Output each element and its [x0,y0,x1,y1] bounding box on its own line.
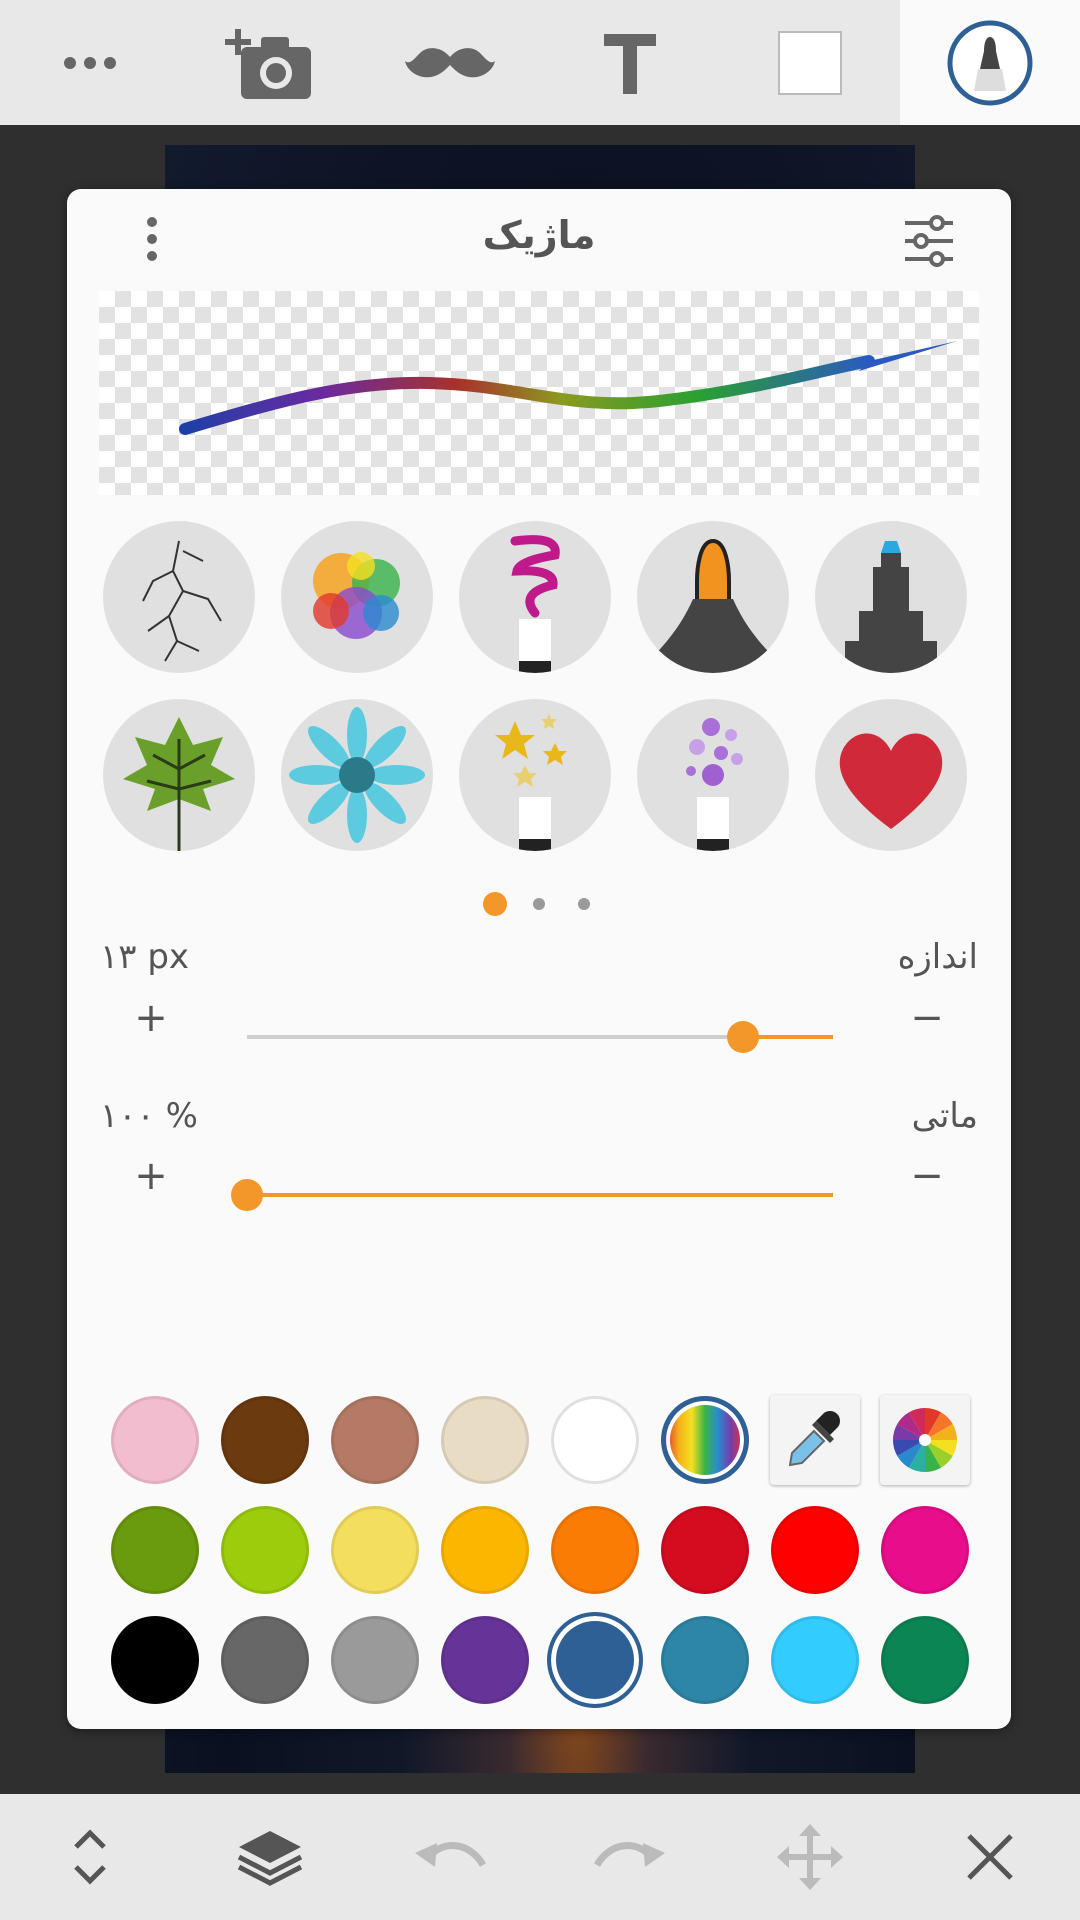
crack-brush[interactable] [103,521,255,673]
more-icon[interactable] [30,0,150,125]
opacity-label: ماتی [911,1096,978,1136]
color-swatch[interactable] [221,1616,309,1704]
blue-tip-brush[interactable] [815,521,967,673]
orange-tip-brush[interactable] [637,521,789,673]
size-slider-knob[interactable] [727,1021,759,1053]
color-swatch[interactable] [331,1506,419,1594]
color-swatch[interactable] [221,1506,309,1594]
flower-brush[interactable] [281,699,433,851]
redo-icon[interactable] [570,1794,690,1920]
layers-icon[interactable] [210,1794,330,1920]
color-swatch[interactable] [111,1616,199,1704]
color-wheel-icon[interactable] [880,1395,970,1485]
color-swatch-selected[interactable] [547,1612,643,1708]
opacity-plus-button[interactable]: + [131,1153,171,1199]
page-indicator [67,892,1011,922]
color-swatch[interactable] [661,1616,749,1704]
bottom-toolbar [0,1794,1080,1920]
color-swatch[interactable] [441,1396,529,1484]
heart-brush[interactable] [815,699,967,851]
brush-panel: ماژیک ۱۳ px اندازه + − ۱۰۰ % ماتی + − [67,189,1011,1729]
opacity-slider-knob[interactable] [231,1179,263,1211]
color-swatch[interactable] [441,1616,529,1704]
color-swatch[interactable] [551,1396,639,1484]
size-plus-button[interactable]: + [131,995,171,1041]
opacity-minus-button[interactable]: − [907,1153,947,1199]
color-swatch[interactable] [331,1616,419,1704]
page-dot-active[interactable] [483,892,507,916]
rainbow-color-swatch[interactable] [661,1396,749,1484]
panel-title: ماژیک [482,213,596,257]
stars-brush[interactable] [459,699,611,851]
color-swatch[interactable] [881,1616,969,1704]
sticker-mustache-icon[interactable] [390,0,510,125]
brush-icon[interactable] [930,0,1050,125]
eyedropper-icon[interactable] [770,1395,860,1485]
color-swatch[interactable] [331,1396,419,1484]
swirl-marker-brush[interactable] [459,521,611,673]
page-dot[interactable] [533,898,545,910]
color-swatch[interactable] [881,1506,969,1594]
color-swatch[interactable] [111,1506,199,1594]
size-label: اندازه [897,937,978,977]
stroke-preview [99,291,979,495]
top-toolbar [0,0,1080,125]
tune-icon[interactable] [901,213,957,269]
text-icon[interactable] [570,0,690,125]
color-swatch[interactable] [551,1506,639,1594]
page-dot[interactable] [578,898,590,910]
close-icon[interactable] [930,1794,1050,1920]
add-photo-icon[interactable] [210,0,330,125]
shape-icon[interactable] [750,0,870,125]
size-value: ۱۳ px [100,937,190,977]
color-swatch[interactable] [771,1506,859,1594]
size-minus-button[interactable]: − [907,995,947,1041]
color-swatch[interactable] [111,1396,199,1484]
opacity-value: ۱۰۰ % [100,1096,198,1136]
color-swatch[interactable] [221,1396,309,1484]
undo-icon[interactable] [390,1794,510,1920]
color-swatch[interactable] [441,1506,529,1594]
color-swatch[interactable] [771,1616,859,1704]
move-icon[interactable] [750,1794,870,1920]
color-splash-brush[interactable] [281,521,433,673]
expand-collapse-icon[interactable] [30,1794,150,1920]
leaf-brush[interactable] [103,699,255,851]
bubbles-brush[interactable] [637,699,789,851]
color-swatch[interactable] [661,1506,749,1594]
